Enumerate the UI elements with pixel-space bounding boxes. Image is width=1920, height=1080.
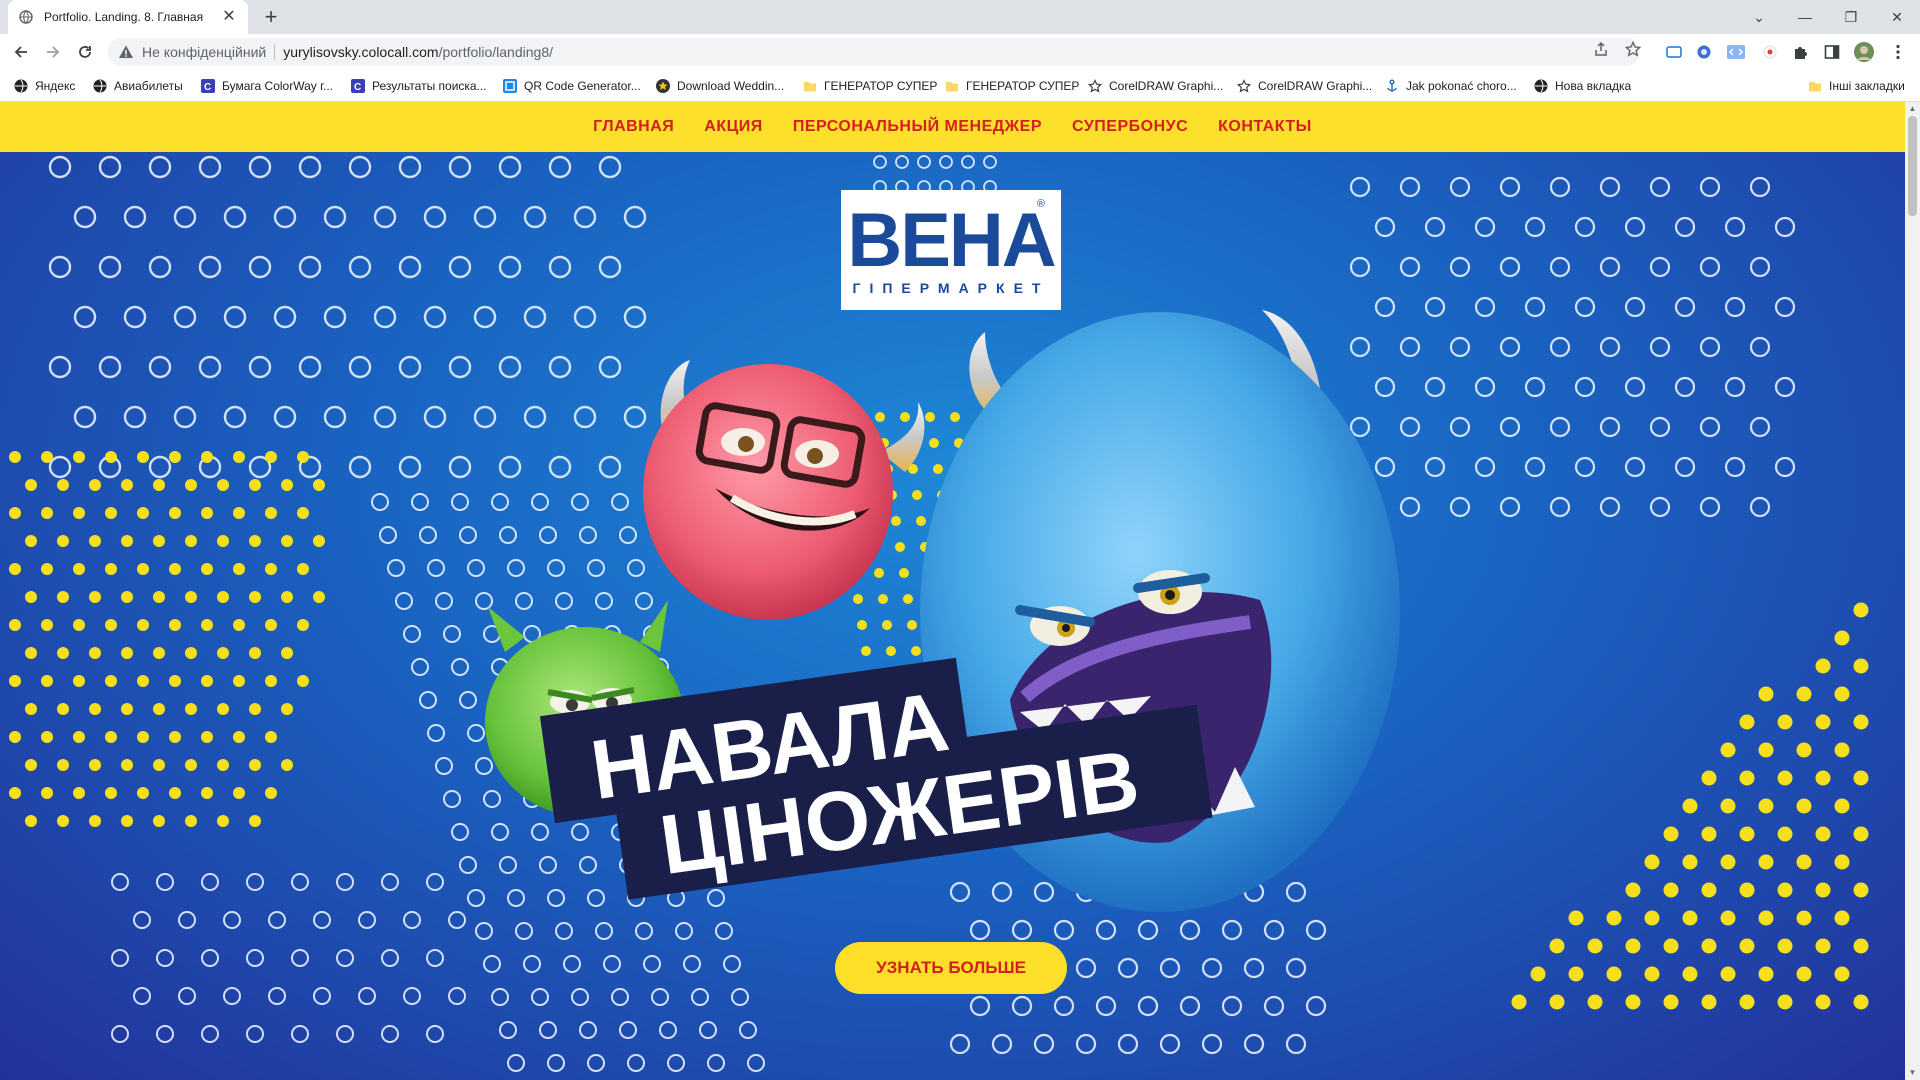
back-button[interactable] (8, 39, 34, 65)
learn-more-button[interactable]: УЗНАТЬ БОЛЬШЕ (835, 942, 1067, 994)
minimize-button[interactable]: — (1782, 0, 1828, 34)
qr-icon (503, 79, 517, 93)
anchor-icon (1387, 79, 1397, 92)
warning-icon (119, 45, 133, 58)
reload-icon (79, 46, 91, 58)
url-host: yurylisovsky.colocall.com (283, 44, 439, 60)
c-icon: C (351, 79, 365, 93)
side-panel-icon[interactable] (1822, 42, 1842, 62)
forward-button[interactable] (40, 39, 66, 65)
record-extension-icon[interactable] (1760, 42, 1780, 62)
bookmark-item[interactable]: C Результаты поиска... (351, 77, 487, 95)
globe-icon (18, 9, 34, 25)
pink-monster-illustration (643, 360, 925, 620)
cast-extension-icon[interactable] (1664, 42, 1684, 62)
bookmark-item[interactable]: QR Code Generator... (503, 77, 641, 95)
bookmark-folder[interactable]: ГЕНЕРАТОР СУПЕР (945, 77, 1079, 95)
nav-link-personal-manager[interactable]: ПЕРСОНАЛЬНЫЙ МЕНЕДЖЕР (793, 118, 1042, 136)
star-icon (1237, 79, 1251, 93)
share-icon[interactable] (1592, 40, 1610, 58)
nav-link-contacts[interactable]: КОНТАКТЫ (1218, 118, 1312, 136)
bookmarks-bar: Яндекс Авиабилеты C Бумага ColorWay г...… (0, 70, 1920, 102)
browser-tab-active[interactable]: Portfolio. Landing. 8. Главная ✕ (8, 0, 248, 34)
new-tab-button[interactable]: + (258, 4, 284, 30)
logo-subtitle: ГІПЕРМАРКЕТ (852, 280, 1050, 296)
logo-wordmark: ВЕНА (847, 198, 1056, 283)
close-window-button[interactable]: ✕ (1874, 0, 1920, 34)
globe-icon (1534, 79, 1548, 93)
folder-icon (804, 82, 816, 92)
nav-link-home[interactable]: ГЛАВНАЯ (593, 118, 674, 136)
bookmark-item[interactable]: Jak pokonać choro... (1385, 77, 1517, 95)
divider (274, 44, 276, 60)
bookmark-item[interactable]: Download Weddin... (656, 77, 784, 95)
bookmark-item[interactable]: Авиабилеты (93, 77, 183, 95)
forward-arrow-icon (47, 46, 60, 58)
browser-toolbar: Не конфіденційний yurylisovsky.colocall.… (0, 34, 1920, 70)
bookmark-folder[interactable]: ГЕНЕРАТОР СУПЕР (803, 77, 937, 95)
site-nav: ГЛАВНАЯ АКЦИЯ ПЕРСОНАЛЬНЫЙ МЕНЕДЖЕР СУПЕ… (0, 102, 1905, 152)
tab-strip: Portfolio. Landing. 8. Главная ✕ + ⌄ — ❐… (0, 0, 1920, 34)
security-label[interactable]: Не конфіденційний (142, 44, 266, 60)
globe-icon (14, 79, 28, 93)
bookmark-item[interactable]: C Бумага ColorWay г... (201, 77, 333, 95)
bookmark-item[interactable]: CorelDRAW Graphi... (1237, 77, 1372, 95)
scroll-up-icon[interactable]: ▲ (1905, 102, 1920, 116)
bookmark-item[interactable]: CorelDRAW Graphi... (1088, 77, 1223, 95)
folder-icon (1809, 82, 1821, 92)
nav-link-promo[interactable]: АКЦИЯ (704, 118, 763, 136)
hero-section: НАВАЛА ЦІНОЖЕРІВ ВЕНА ГІПЕРМАРКЕТ ® УЗНА… (0, 152, 1905, 1080)
puzzle-extensions-icon[interactable] (1790, 42, 1810, 62)
c-icon: C (201, 79, 215, 93)
back-arrow-icon (14, 46, 27, 58)
star-icon (1088, 79, 1102, 93)
globe-icon (93, 79, 107, 93)
page-viewport: ГЛАВНАЯ АКЦИЯ ПЕРСОНАЛЬНЫЙ МЕНЕДЖЕР СУПЕ… (0, 102, 1920, 1080)
close-tab-icon[interactable]: ✕ (220, 8, 238, 26)
tab-search-icon[interactable]: ⌄ (1736, 0, 1782, 34)
folder-icon (946, 82, 958, 92)
reload-button[interactable] (72, 39, 98, 65)
scrollbar-thumb[interactable] (1908, 116, 1917, 216)
page-scrollbar[interactable]: ▲ ▼ (1905, 102, 1920, 1080)
restore-button[interactable]: ❐ (1828, 0, 1874, 34)
registered-mark: ® (1036, 198, 1045, 210)
svg-text:C: C (204, 82, 211, 93)
brand-logo[interactable]: ВЕНА ГІПЕРМАРКЕТ ® (841, 190, 1061, 310)
bookmark-star-icon[interactable] (1624, 40, 1642, 58)
url-path: /portfolio/landing8/ (438, 44, 553, 60)
other-bookmarks-folder[interactable]: Інші закладки (1808, 77, 1905, 95)
shield-extension-icon[interactable] (1694, 42, 1714, 62)
svg-text:C: C (354, 82, 361, 93)
bookmark-item[interactable]: Яндекс (14, 77, 75, 95)
code-extension-icon[interactable] (1726, 42, 1746, 62)
menu-kebab-icon[interactable] (1888, 42, 1908, 62)
bookmark-item[interactable]: Нова вкладка (1534, 77, 1631, 95)
nav-link-superbonus[interactable]: СУПЕРБОНУС (1072, 118, 1188, 136)
avatar[interactable] (1854, 42, 1874, 62)
address-bar[interactable]: Не конфіденційний yurylisovsky.colocall.… (108, 38, 1640, 66)
scroll-down-icon[interactable]: ▼ (1905, 1066, 1920, 1080)
tab-title: Portfolio. Landing. 8. Главная (44, 10, 204, 24)
star-badge-icon (656, 79, 670, 93)
